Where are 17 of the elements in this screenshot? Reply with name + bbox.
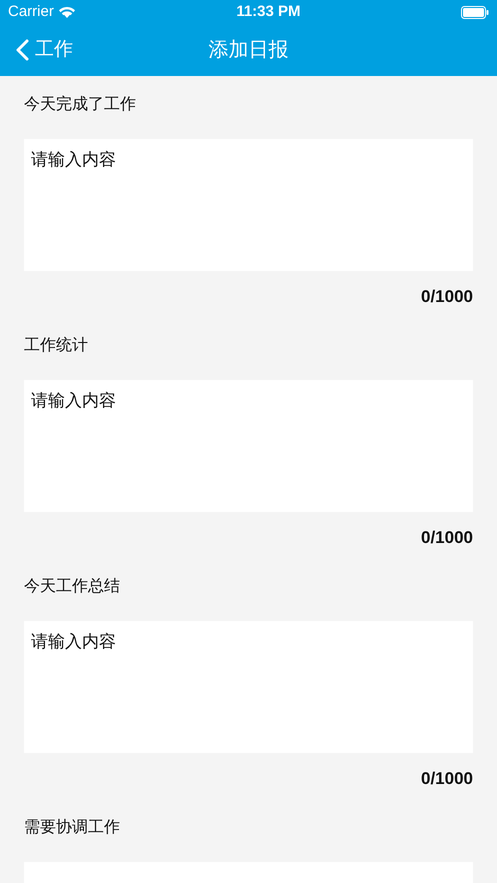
page-title: 添加日报 xyxy=(208,38,288,63)
section-label: 工作统计 xyxy=(24,336,89,356)
character-counter: 0/1000 xyxy=(420,768,473,790)
section-label: 今天完成了工作 xyxy=(24,94,137,115)
text-area[interactable]: 请输入内容 xyxy=(24,621,473,753)
back-icon xyxy=(16,39,29,61)
character-counter: 0/1000 xyxy=(420,527,473,549)
section-label: 今天工作总结 xyxy=(24,576,121,597)
carrier-label: Carrier xyxy=(8,2,54,22)
section-label: 需要协调工作 xyxy=(24,818,121,838)
text-area[interactable]: 请输入内容 xyxy=(24,139,473,271)
wifi-icon xyxy=(58,5,76,19)
battery-icon xyxy=(461,6,489,18)
back-button[interactable]: 工作 xyxy=(12,24,77,76)
character-counter: 0/1000 xyxy=(420,286,473,308)
text-area[interactable]: 请输入内容 xyxy=(24,380,473,512)
time-label: 11:33 PM xyxy=(236,2,301,22)
